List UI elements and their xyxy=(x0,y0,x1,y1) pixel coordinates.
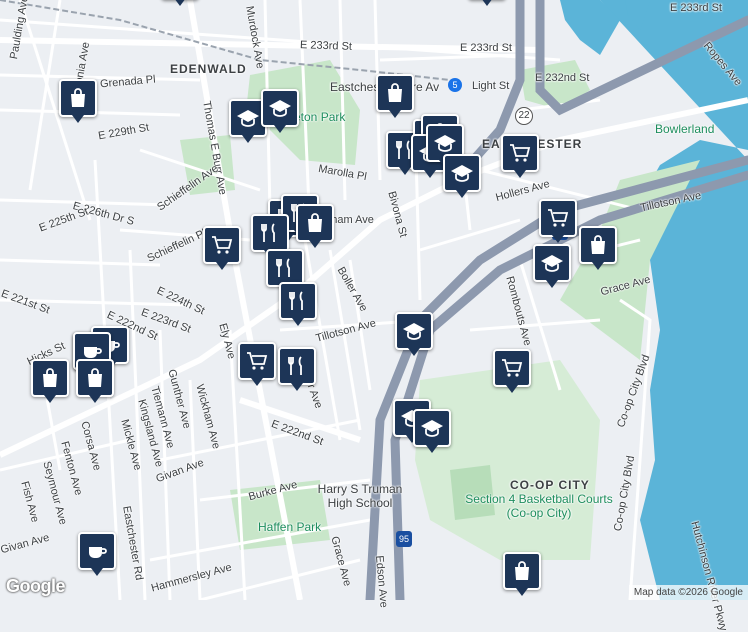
shop-icon xyxy=(83,366,107,390)
shop-marker[interactable] xyxy=(76,359,114,403)
cafe-marker[interactable] xyxy=(78,532,116,576)
shop-marker[interactable] xyxy=(376,74,414,118)
shop-icon xyxy=(38,366,62,390)
restaurant-marker[interactable] xyxy=(251,214,289,258)
school-marker[interactable] xyxy=(443,154,481,198)
school-icon xyxy=(236,106,260,130)
school-marker[interactable] xyxy=(413,409,451,453)
shop-marker[interactable] xyxy=(59,79,97,123)
school-icon xyxy=(420,416,444,440)
grocery-marker[interactable] xyxy=(501,134,539,178)
grocery-icon xyxy=(210,233,234,257)
shop-marker[interactable] xyxy=(31,359,69,403)
school-marker[interactable] xyxy=(533,244,571,288)
restaurant-icon xyxy=(258,221,282,245)
restaurant-marker[interactable] xyxy=(278,347,316,391)
grocery-marker[interactable] xyxy=(539,199,577,243)
school-icon xyxy=(402,319,426,343)
grocery-icon xyxy=(546,206,570,230)
restaurant-icon xyxy=(285,354,309,378)
grocery-marker[interactable] xyxy=(493,349,531,393)
map-attribution: Map data ©2026 Google xyxy=(628,585,748,600)
shop-icon xyxy=(586,233,610,257)
school-icon xyxy=(268,96,292,120)
grocery-marker[interactable] xyxy=(238,342,276,386)
school-icon xyxy=(540,251,564,275)
restaurant-icon xyxy=(273,256,297,280)
shop-icon xyxy=(303,211,327,235)
grocery-icon xyxy=(245,349,269,373)
shop-marker[interactable] xyxy=(579,226,617,270)
school-icon xyxy=(450,161,474,185)
shop-marker[interactable] xyxy=(503,552,541,596)
map-canvas[interactable] xyxy=(0,0,748,605)
google-logo: Google xyxy=(6,576,66,596)
grocery-marker[interactable] xyxy=(203,226,241,270)
restaurant-marker[interactable] xyxy=(279,282,317,326)
shop-icon xyxy=(510,559,534,583)
cafe-icon xyxy=(85,539,109,563)
school-marker[interactable] xyxy=(261,89,299,133)
shop-marker[interactable] xyxy=(296,204,334,248)
school-icon xyxy=(433,131,457,155)
grocery-icon xyxy=(500,356,524,380)
restaurant-icon xyxy=(286,289,310,313)
map-base xyxy=(0,0,748,605)
shop-icon xyxy=(383,81,407,105)
grocery-icon xyxy=(508,141,532,165)
school-marker[interactable] xyxy=(395,312,433,356)
shop-icon xyxy=(66,86,90,110)
